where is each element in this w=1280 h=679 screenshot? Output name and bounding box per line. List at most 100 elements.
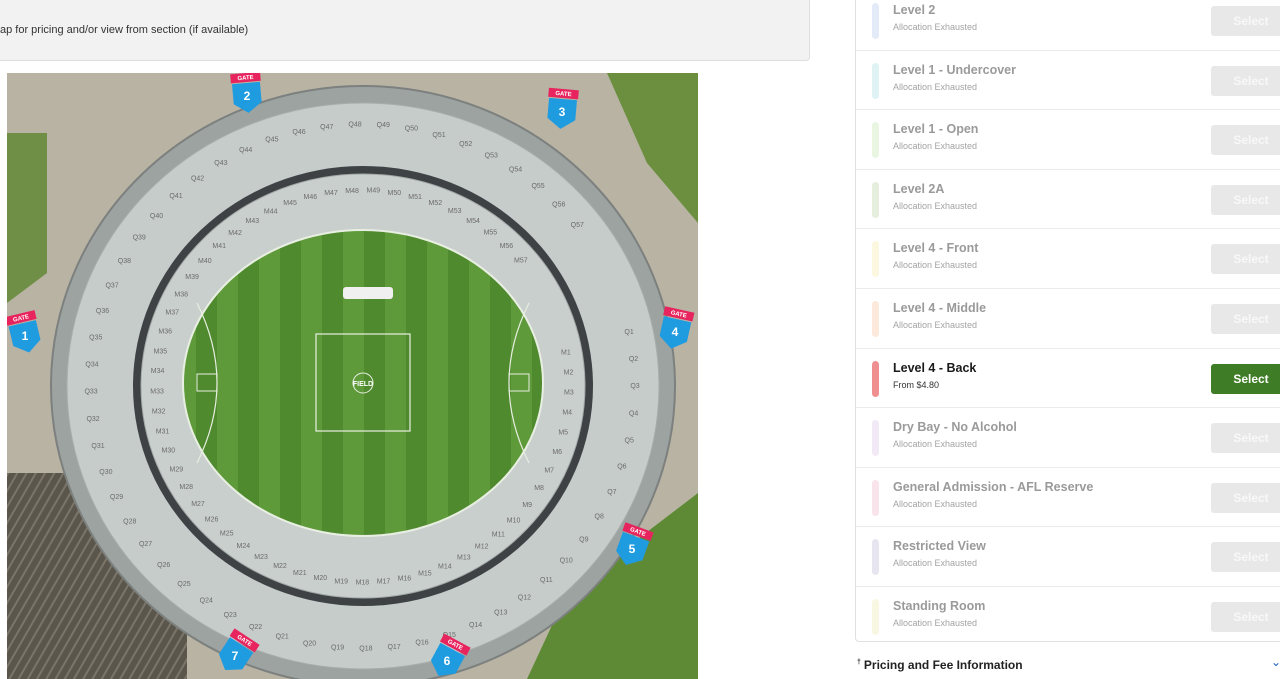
seat-section[interactable]: Q26 [157,562,170,569]
seat-section[interactable]: Q51 [432,132,445,139]
seat-section[interactable]: Q39 [133,235,146,242]
seat-section[interactable]: Q47 [320,124,333,131]
seat-section[interactable]: M14 [438,563,452,570]
seat-section[interactable]: Q20 [303,640,316,647]
seat-section[interactable]: M48 [345,188,359,195]
seat-section[interactable]: Q19 [331,644,344,651]
select-button[interactable]: Select [1211,65,1280,96]
seat-section[interactable]: Q17 [387,644,400,651]
seat-section[interactable]: M53 [448,208,462,215]
seat-section[interactable]: M8 [534,485,544,492]
select-button[interactable]: Select [1211,6,1280,36]
select-button[interactable]: Select [1211,304,1280,334]
seat-section[interactable]: Q13 [494,609,507,616]
seat-section[interactable]: Q45 [265,137,278,144]
seat-section[interactable]: M39 [185,274,199,281]
seat-section[interactable]: M31 [156,428,170,435]
seat-section[interactable]: Q5 [625,437,634,444]
seat-section[interactable]: Q27 [139,541,152,548]
seat-section[interactable]: M33 [150,388,164,395]
seat-section[interactable]: M36 [158,329,172,336]
seat-section[interactable]: M7 [544,467,554,474]
seat-section[interactable]: M13 [457,554,471,561]
seat-section[interactable]: M32 [152,409,166,416]
seat-section[interactable]: M26 [205,516,219,523]
seat-section[interactable]: Q44 [239,147,252,154]
seat-section[interactable]: Q7 [607,489,616,496]
stadium-seat-map[interactable]: FIELD Q1 Q2 Q3 Q4 Q5 Q6 Q7 Q8 Q9 Q10 Q11 Q12 Q13 Q14 Q… [7,73,698,679]
seat-section[interactable]: M40 [198,258,212,265]
select-button[interactable]: Select [1211,542,1280,573]
seat-section[interactable]: Q9 [579,536,588,543]
seat-section[interactable]: M21 [293,570,307,577]
select-button[interactable]: Select [1211,482,1280,513]
seat-section[interactable]: M18 [356,580,370,587]
seat-section[interactable]: M9 [522,502,532,509]
seat-section[interactable]: M55 [484,230,498,237]
seat-section[interactable]: Q31 [91,443,104,450]
seat-section[interactable]: Q8 [595,514,604,521]
seat-section[interactable]: Q46 [292,129,305,136]
seat-section[interactable]: Q21 [276,634,289,641]
seat-section[interactable]: M12 [475,544,489,551]
seat-section[interactable]: Q34 [85,362,98,369]
seat-section[interactable]: Q12 [518,594,531,601]
seat-section[interactable]: M5 [558,430,568,437]
select-button[interactable]: Select [1211,423,1280,454]
seat-section[interactable]: M45 [283,200,297,207]
seat-section[interactable]: Q18 [359,646,372,653]
seat-section[interactable]: Q56 [552,202,565,209]
seat-section[interactable]: M10 [507,517,521,524]
seat-section[interactable]: Q36 [96,308,109,315]
seat-section[interactable]: M57 [514,258,528,265]
seat-section[interactable]: Q14 [469,622,482,629]
seat-section[interactable]: M19 [334,578,348,585]
seat-section[interactable]: M4 [562,410,572,417]
seat-section[interactable]: Q38 [118,258,131,265]
seat-section[interactable]: M1 [561,350,571,357]
seat-section[interactable]: Q41 [169,193,182,200]
seat-section[interactable]: Q23 [224,612,237,619]
seat-section[interactable]: M28 [179,484,193,491]
seat-section[interactable]: M15 [418,570,432,577]
seat-section[interactable]: M43 [245,218,259,225]
select-button[interactable]: Select [1211,602,1280,632]
seat-section[interactable]: Q43 [214,160,227,167]
seat-section[interactable]: M2 [564,370,574,377]
seat-section[interactable]: Q33 [84,389,97,396]
seat-section[interactable]: M35 [154,348,168,355]
seat-section[interactable]: Q53 [485,153,498,160]
seat-section[interactable]: M56 [500,243,514,250]
seat-section[interactable]: M25 [220,531,234,538]
seat-section[interactable]: M24 [236,543,250,550]
seat-section[interactable]: M17 [377,579,391,586]
seat-section[interactable]: Q48 [348,122,361,129]
seat-section[interactable]: M27 [191,501,205,508]
select-button[interactable]: Select [1211,184,1280,215]
select-button[interactable]: Select [1211,363,1280,394]
seat-section[interactable]: M6 [552,449,562,456]
pricing-fee-toggle[interactable]: † Pricing and Fee Information [857,658,1023,672]
seat-section[interactable]: Q25 [177,581,190,588]
seat-section[interactable]: M46 [303,194,317,201]
select-button[interactable]: Select [1211,125,1280,156]
seat-section[interactable]: M34 [151,368,165,375]
seat-section[interactable]: Q11 [540,577,553,584]
seat-section[interactable]: Q57 [571,222,584,229]
seat-section[interactable]: Q35 [89,335,102,342]
seat-section[interactable]: Q49 [377,122,390,129]
seat-section[interactable]: Q29 [110,494,123,501]
seat-section[interactable]: M30 [161,448,175,455]
seat-section[interactable]: Q30 [99,469,112,476]
seat-section[interactable]: M29 [169,466,183,473]
seat-section[interactable]: Q2 [629,356,638,363]
seat-section[interactable]: Q32 [86,416,99,423]
seat-section[interactable]: Q40 [150,213,163,220]
seat-section[interactable]: Q10 [560,558,573,565]
seat-section[interactable]: M16 [398,576,412,583]
select-button[interactable]: Select [1211,244,1280,275]
seat-section[interactable]: Q50 [405,126,418,133]
seat-section[interactable]: Q22 [249,624,262,631]
seat-section[interactable]: Q16 [415,639,428,646]
seat-section[interactable]: Q37 [105,282,118,289]
